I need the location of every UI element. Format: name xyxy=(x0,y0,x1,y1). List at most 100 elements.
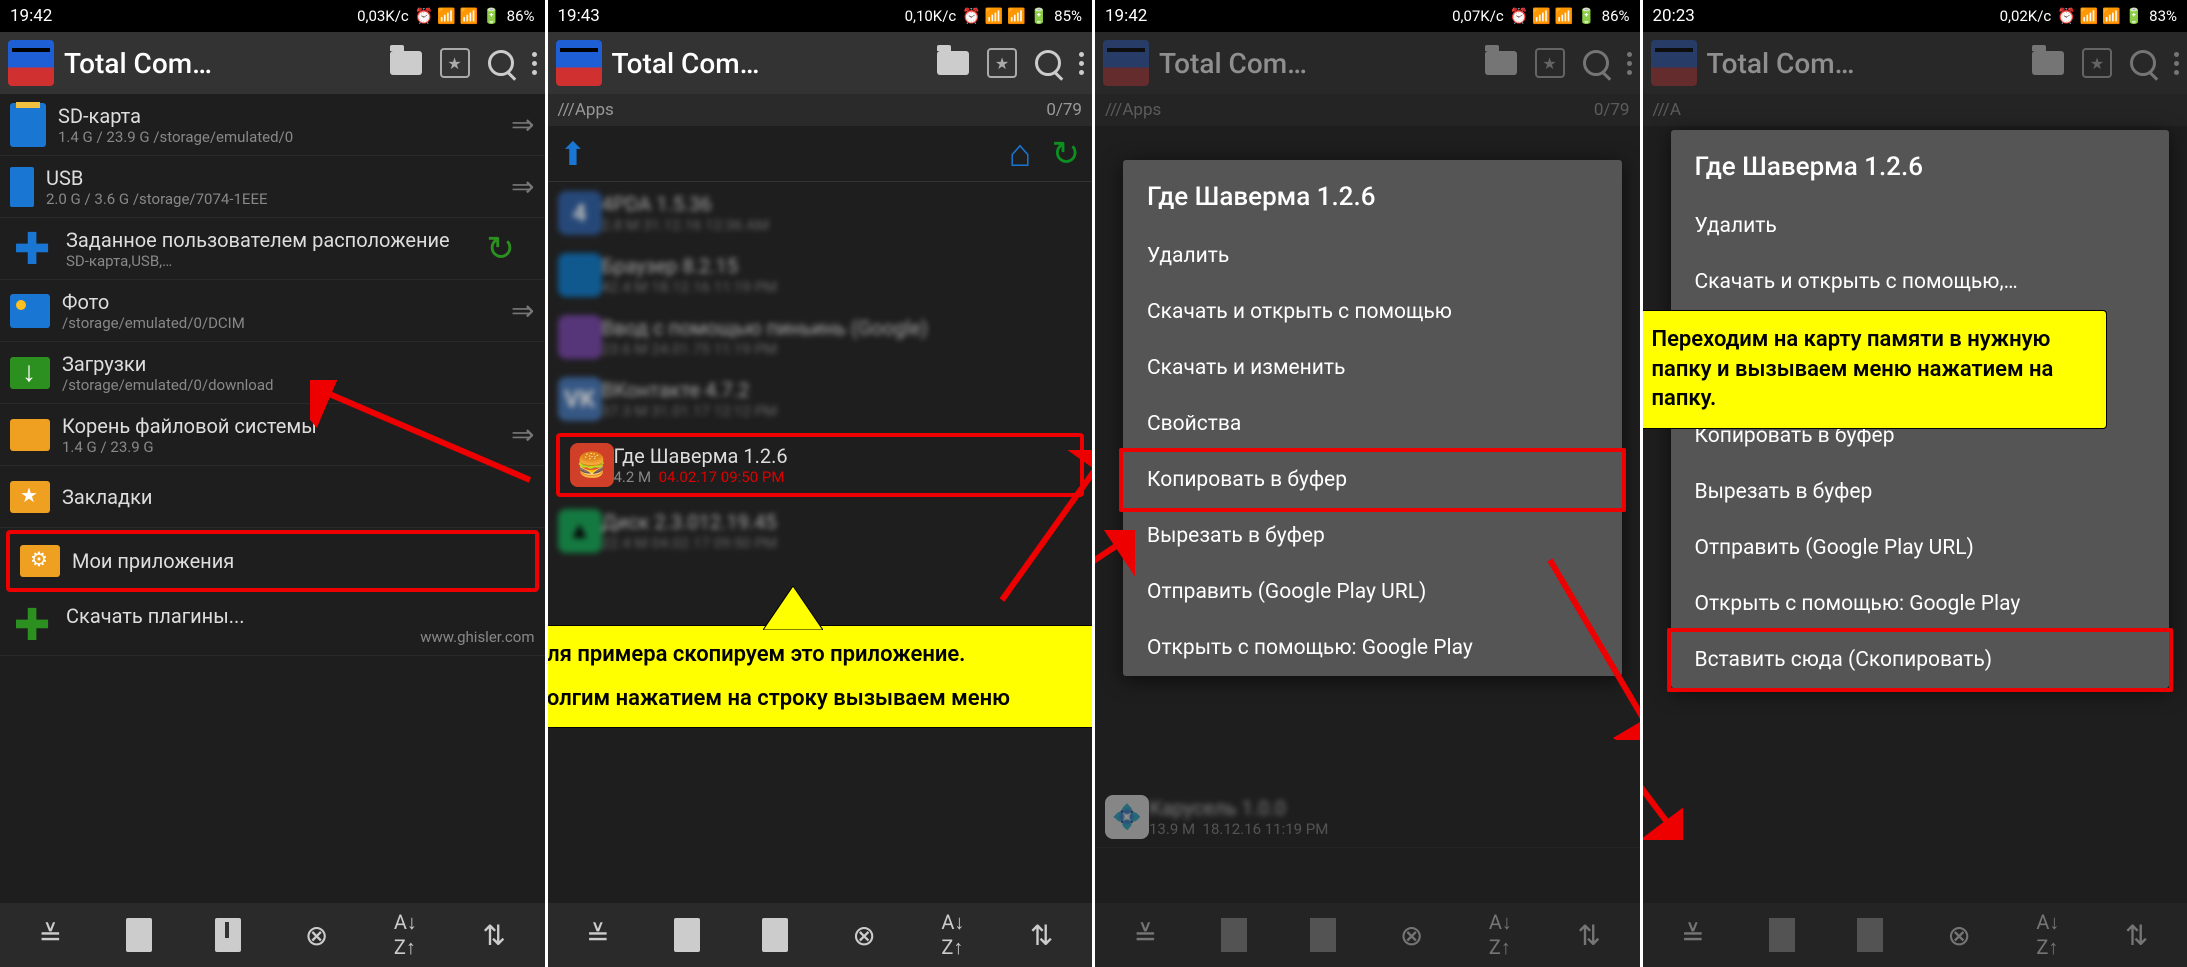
status-time: 19:43 xyxy=(558,6,905,26)
ctx-open-play[interactable]: Открыть с помощью: Google Play xyxy=(1671,576,2170,632)
more-icon[interactable] xyxy=(1079,52,1084,75)
folder-icon[interactable] xyxy=(390,51,422,75)
highlighted-app-row[interactable]: 🍔 Где Шаверма 1.2.6 4.2 M 04.02.17 09:50… xyxy=(556,433,1085,497)
row-sub: /storage/emulated/0/download xyxy=(62,376,535,394)
status-bar: 19:42 0,03K/c ⏰ 📶 📶 🔋 86% xyxy=(0,0,545,32)
row-custom-location[interactable]: ✚ Заданное пользователем расположениеSD-… xyxy=(0,218,545,280)
row-sub: 1.4 G / 23.9 G xyxy=(62,438,511,456)
bookmark-icon[interactable] xyxy=(987,48,1017,78)
copy-button[interactable] xyxy=(667,915,707,955)
context-menu: Где Шаверма 1.2.6 Удалить Скачать и откр… xyxy=(1123,160,1622,676)
screen-2: 19:43 0,10K/c ⏰ 📶 📶 🔋 85% Total Com… ///… xyxy=(548,0,1093,967)
ctx-send-url[interactable]: Отправить (Google Play URL) xyxy=(1123,564,1622,620)
row-bookmarks[interactable]: Закладки xyxy=(0,466,545,528)
sort-button: A↓Z↑ xyxy=(1480,915,1520,955)
app-title: Total Com… xyxy=(1707,47,2023,80)
zip-button[interactable] xyxy=(208,915,248,955)
current-path: ///A xyxy=(1653,100,1681,120)
status-bar: 19:42 0,07K/c ⏰ 📶 📶 🔋 86% xyxy=(1095,0,1640,32)
bookmark-icon xyxy=(1535,48,1565,78)
apps-list: 44PDA 1.5.362.8 M 31.12.16 12:36 AM Брау… xyxy=(548,182,1093,903)
nav-row: ⬆ ⌂ ↻ xyxy=(548,126,1093,182)
ctx-properties[interactable]: Свойства xyxy=(1123,396,1622,452)
list-item[interactable]: Браузер 8.2.1542.4 M 18.12.16 11:19 PM xyxy=(548,244,1093,306)
context-menu-title: Где Шаверма 1.2.6 xyxy=(1671,130,2170,198)
path-bar: ///Apps 0/79 xyxy=(548,94,1093,126)
search-icon[interactable] xyxy=(488,50,514,76)
app-title: Total Com… xyxy=(64,47,380,80)
app-logo-icon xyxy=(1651,40,1697,86)
sdcard-icon xyxy=(10,103,46,147)
app-logo-icon xyxy=(8,40,54,86)
highlighted-app-size: 4.2 M xyxy=(614,468,652,486)
list-item[interactable]: VKВКонтакте 4.7.237.3 M 31.01.17 12:12 P… xyxy=(548,368,1093,430)
search-icon[interactable] xyxy=(1035,50,1061,76)
app-logo-icon xyxy=(1103,40,1149,86)
row-downloads[interactable]: Загрузки/storage/emulated/0/download xyxy=(0,342,545,404)
row-sub: SD-карта,USB,… xyxy=(66,252,479,270)
row-my-apps[interactable]: Мои приложения xyxy=(6,530,539,592)
bookmark-icon[interactable] xyxy=(440,48,470,78)
exchange-button[interactable]: ⇅ xyxy=(474,915,514,955)
annotation-callout: Для примера скопируем это приложение. До… xyxy=(548,625,1093,728)
zip-button xyxy=(1850,915,1890,955)
ctx-send-url[interactable]: Отправить (Google Play URL) xyxy=(1671,520,2170,576)
copy-button[interactable] xyxy=(119,915,159,955)
current-path: ///Apps xyxy=(1105,100,1161,120)
ctx-cut-buffer[interactable]: Вырезать в буфер xyxy=(1123,508,1622,564)
path-bar: ///Apps 0/79 xyxy=(1095,94,1640,126)
status-battery: 86% xyxy=(1602,7,1630,25)
home-icon[interactable]: ⌂ xyxy=(1009,132,1032,176)
highlighted-app-date: 04.02.17 09:50 PM xyxy=(659,468,785,486)
apps-folder-icon xyxy=(20,545,60,577)
zip-button[interactable] xyxy=(755,915,795,955)
folder-icon[interactable] xyxy=(937,51,969,75)
ctx-copy-buffer[interactable]: Копировать в буфер xyxy=(1119,448,1626,512)
list-item[interactable]: Ввод с помощью пиньинь (Google)23.6 M 24… xyxy=(548,306,1093,368)
arrow-icon: ⇒ xyxy=(511,170,534,203)
ctx-cut-buffer[interactable]: Вырезать в буфер xyxy=(1671,464,2170,520)
select-button: ≚ xyxy=(1125,915,1165,955)
sort-button[interactable]: A↓Z↑ xyxy=(933,915,973,955)
app-icon: 💠 xyxy=(1105,795,1149,839)
ctx-download-open[interactable]: Скачать и открыть с помощью,… xyxy=(1671,254,2170,298)
select-button[interactable]: ≚ xyxy=(578,915,618,955)
row-title: Корень файловой системы xyxy=(62,414,511,438)
path-bar: ///A xyxy=(1643,94,2187,126)
row-sdcard[interactable]: SD-карта1.4 G / 23.9 G /storage/emulated… xyxy=(0,94,545,156)
up-icon[interactable]: ⬆ xyxy=(560,135,587,173)
sort-button[interactable]: A↓Z↑ xyxy=(385,915,425,955)
status-bar: 20:23 0,02K/c ⏰ 📶 📶 🔋 83% xyxy=(1643,0,2187,32)
cancel-button[interactable]: ⊗ xyxy=(297,915,337,955)
plus-green-icon: ✚ xyxy=(10,603,54,647)
reload-icon[interactable]: ↻ xyxy=(479,227,523,271)
app-icon: 🍔 xyxy=(570,443,614,487)
more-icon xyxy=(2174,52,2179,75)
list-item[interactable]: 44PDA 1.5.362.8 M 31.12.16 12:36 AM xyxy=(548,182,1093,244)
ctx-download-edit[interactable]: Скачать и изменить xyxy=(1123,340,1622,396)
row-root[interactable]: Корень файловой системы1.4 G / 23.9 G ⇒ xyxy=(0,404,545,466)
cancel-button[interactable]: ⊗ xyxy=(844,915,884,955)
more-icon[interactable] xyxy=(532,52,537,75)
copy-button xyxy=(1214,915,1254,955)
ctx-open-play[interactable]: Открыть с помощью: Google Play xyxy=(1123,620,1622,676)
search-icon xyxy=(2130,50,2156,76)
row-plugins[interactable]: ✚ Скачать плагины...www.ghisler.com xyxy=(0,594,545,656)
row-usb[interactable]: USB2.0 G / 3.6 G /storage/7074-1EEE ⇒ xyxy=(0,156,545,218)
status-bar: 19:43 0,10K/c ⏰ 📶 📶 🔋 85% xyxy=(548,0,1093,32)
screen-4: 20:23 0,02K/c ⏰ 📶 📶 🔋 83% Total Com… ///… xyxy=(1643,0,2187,967)
select-button: ≚ xyxy=(1673,915,1713,955)
status-speed: 0,07K/c xyxy=(1452,7,1504,25)
list-item[interactable]: ▲Диск 2.3.012.19.4522.4 M 04.02.17 09:50… xyxy=(548,500,1093,562)
exchange-button[interactable]: ⇅ xyxy=(1022,915,1062,955)
row-title: Скачать плагины... xyxy=(66,604,535,628)
reload-icon[interactable]: ↻ xyxy=(1052,134,1081,174)
ctx-delete[interactable]: Удалить xyxy=(1123,228,1622,284)
copy-button xyxy=(1762,915,1802,955)
select-button[interactable]: ≚ xyxy=(30,915,70,955)
row-photos[interactable]: Фото/storage/emulated/0/DCIM ⇒ xyxy=(0,280,545,342)
ctx-download-open[interactable]: Скачать и открыть с помощью xyxy=(1123,284,1622,340)
ctx-delete[interactable]: Удалить xyxy=(1671,198,2170,254)
status-speed: 0,03K/c xyxy=(357,7,409,25)
ctx-paste-here[interactable]: Вставить сюда (Скопировать) xyxy=(1667,628,2174,692)
